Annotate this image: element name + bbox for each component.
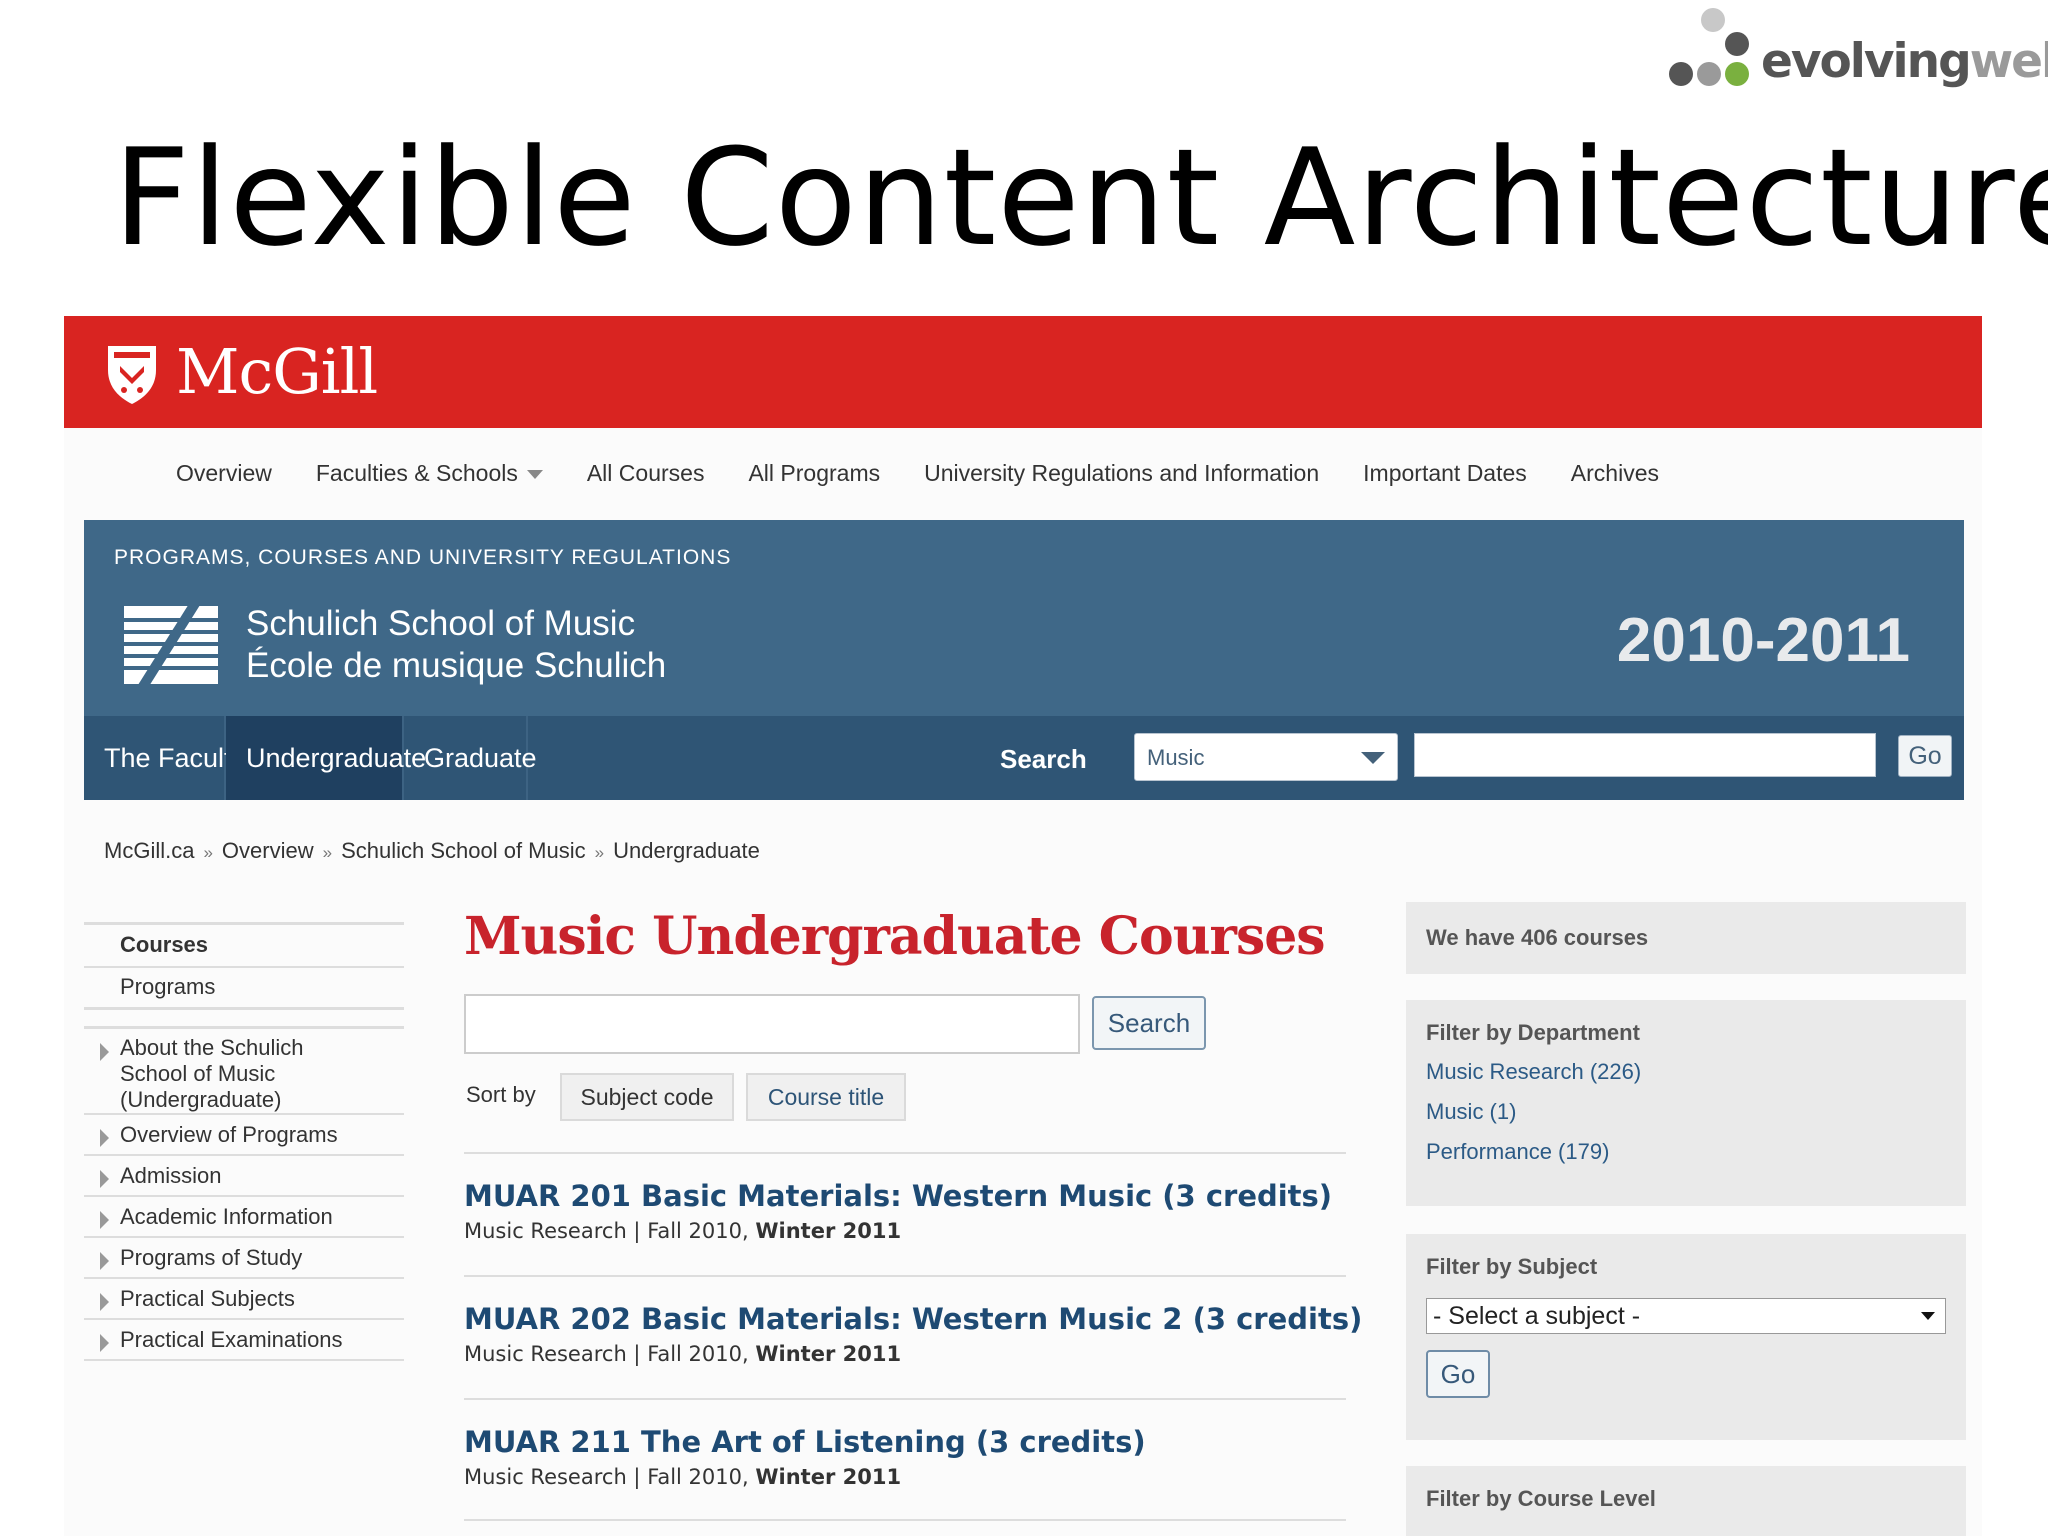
breadcrumb-separator-icon: » [594, 843, 605, 862]
topnav-overview[interactable]: Overview [176, 460, 272, 487]
topnav-archives[interactable]: Archives [1571, 460, 1659, 487]
course-term: Fall 2010, [647, 1342, 749, 1366]
filter-department-link[interactable]: Music Research (226) [1426, 1052, 1946, 1092]
course-search-button[interactable]: Search [1092, 996, 1206, 1050]
tab-the-faculty[interactable]: The Faculty [84, 716, 245, 800]
sidebar-item-label: (Undergraduate) [120, 1087, 282, 1112]
subject-go-button[interactable]: Go [1426, 1350, 1490, 1398]
faculty-banner: PROGRAMS, COURSES AND UNIVERSITY REGULAT… [84, 520, 1964, 716]
course-item: MUAR 201 Basic Materials: Western Music … [464, 1152, 1346, 1275]
breadcrumb-item[interactable]: McGill.ca [104, 838, 194, 863]
topnav-regulations[interactable]: University Regulations and Information [924, 460, 1319, 487]
mcgill-header: McGill [64, 316, 1982, 428]
course-item: MUAR 202 Basic Materials: Western Music … [464, 1275, 1362, 1398]
subject-select[interactable]: - Select a subject - [1426, 1298, 1946, 1334]
top-navigation: Overview Faculties & Schools All Courses… [64, 428, 1982, 518]
course-term: Winter 2011 [755, 1465, 902, 1489]
evolvingweb-wordmark: evolvingweb [1761, 34, 2048, 89]
faculty-subnav: The Faculty Undergraduate Graduate Searc… [84, 716, 1964, 800]
course-dept: Music Research [464, 1465, 627, 1489]
school-name-en: Schulich School of Music [246, 604, 636, 643]
filter-subject-box: Filter by Subject - Select a subject - G… [1406, 1234, 1966, 1440]
topnav-all-programs[interactable]: All Programs [748, 460, 880, 487]
breadcrumb-item[interactable]: Overview [222, 838, 314, 863]
course-meta: Music Research | Fall 2010, Winter 2011 [464, 1342, 902, 1366]
chevron-down-icon [1921, 1312, 1935, 1320]
sidebar-item-practical-examinations[interactable]: Practical Examinations [84, 1320, 404, 1361]
course-item: MUAR 211 The Art of Listening (3 credits… [464, 1398, 1346, 1521]
subnav-search-label: Search [1000, 744, 1087, 774]
filter-subject-heading: Filter by Subject [1426, 1254, 1598, 1279]
subnav-scope-select[interactable]: Music [1134, 733, 1398, 781]
sidebar-secondary: About the Schulich School of Music (Unde… [84, 1026, 404, 1361]
course-term: Winter 2011 [755, 1219, 902, 1243]
filter-level-box: Filter by Course Level [1406, 1466, 1966, 1536]
breadcrumb-separator-icon: » [203, 843, 213, 862]
chevron-down-icon [1361, 752, 1385, 764]
topnav-faculties-schools[interactable]: Faculties & Schools [316, 460, 543, 487]
course-dept: Music Research [464, 1342, 627, 1366]
website-screenshot: McGill Overview Faculties & Schools All … [64, 316, 1982, 1536]
course-count-box: We have 406 courses [1406, 902, 1966, 974]
sidebar-item-label: About the Schulich [120, 1035, 304, 1060]
course-title-link[interactable]: MUAR 211 The Art of Listening (3 credits… [464, 1425, 1146, 1459]
course-term: Fall 2010, [647, 1219, 749, 1243]
filter-department-heading: Filter by Department [1426, 1020, 1640, 1045]
academic-year: 2010-2011 [1616, 606, 1910, 675]
mcgill-wordmark[interactable]: McGill [176, 334, 378, 410]
topnav-important-dates[interactable]: Important Dates [1363, 460, 1527, 487]
course-term: Winter 2011 [755, 1342, 902, 1366]
sort-label: Sort by [466, 1082, 536, 1107]
course-term: Fall 2010, [647, 1465, 749, 1489]
sidebar-item-about[interactable]: About the Schulich School of Music (Unde… [84, 1029, 404, 1115]
course-search-input[interactable] [464, 994, 1080, 1054]
course-meta: Music Research | Fall 2010, Winter 2011 [464, 1465, 902, 1489]
sidebar-item-admission[interactable]: Admission [84, 1156, 404, 1197]
sidebar-primary: Courses Programs [84, 922, 404, 1010]
subnav-go-button[interactable]: Go [1898, 735, 1952, 777]
topnav-all-courses[interactable]: All Courses [587, 460, 705, 487]
slide-title: Flexible Content Architecture [113, 120, 2048, 276]
breadcrumb-separator-icon: » [322, 843, 333, 862]
subnav-search-input[interactable] [1414, 733, 1876, 777]
course-title-link[interactable]: MUAR 202 Basic Materials: Western Music … [464, 1302, 1362, 1336]
evolvingweb-dots-icon [1665, 4, 1765, 99]
tab-graduate[interactable]: Graduate [404, 716, 537, 800]
school-name-fr: École de musique Schulich [246, 646, 667, 685]
sidebar-item-label: School of Music [120, 1061, 276, 1086]
sidebar-item-programs[interactable]: Programs [84, 968, 404, 1010]
sort-course-title-button[interactable]: Course title [746, 1073, 906, 1121]
schulich-logo-icon [124, 606, 218, 684]
subject-select-value: - Select a subject - [1433, 1302, 1641, 1330]
breadcrumb: McGill.ca » Overview » Schulich School of Mu… [104, 838, 760, 864]
breadcrumb-item[interactable]: Schulich School of Music [341, 838, 586, 863]
sidebar-item-practical-subjects[interactable]: Practical Subjects [84, 1279, 404, 1320]
sidebar-item-courses[interactable]: Courses [84, 925, 404, 968]
breadcrumb-current: Undergraduate [613, 838, 760, 863]
subnav-select-value: Music [1147, 745, 1205, 770]
sort-subject-code-button[interactable]: Subject code [560, 1073, 734, 1121]
filter-department-link[interactable]: Performance (179) [1426, 1132, 1946, 1172]
course-count-text: We have 406 courses [1426, 925, 1649, 950]
tab-undergraduate[interactable]: Undergraduate [226, 716, 426, 800]
course-title-link[interactable]: MUAR 201 Basic Materials: Western Music … [464, 1179, 1332, 1213]
mcgill-crest-icon [108, 346, 156, 404]
filter-level-heading: Filter by Course Level [1426, 1486, 1656, 1511]
filter-department-link[interactable]: Music (1) [1426, 1092, 1946, 1132]
banner-label: PROGRAMS, COURSES AND UNIVERSITY REGULAT… [114, 546, 732, 569]
course-list: MUAR 201 Basic Materials: Western Music … [464, 1152, 1362, 1521]
left-sidebar: Courses Programs About the Schulich Scho… [84, 922, 404, 1361]
chevron-down-icon [526, 470, 543, 479]
filter-department-box: Filter by Department Music Research (226… [1406, 1000, 1966, 1206]
course-dept: Music Research [464, 1219, 627, 1243]
page-title: Music Undergraduate Courses [464, 906, 1326, 967]
evolvingweb-logo: evolvingweb [1665, 4, 2048, 99]
sidebar-item-academic-information[interactable]: Academic Information [84, 1197, 404, 1238]
topnav-faculties-label: Faculties & Schools [315, 459, 518, 486]
sidebar-item-overview-programs[interactable]: Overview of Programs [84, 1115, 404, 1156]
sidebar-item-programs-of-study[interactable]: Programs of Study [84, 1238, 404, 1279]
course-meta: Music Research | Fall 2010, Winter 2011 [464, 1219, 902, 1243]
